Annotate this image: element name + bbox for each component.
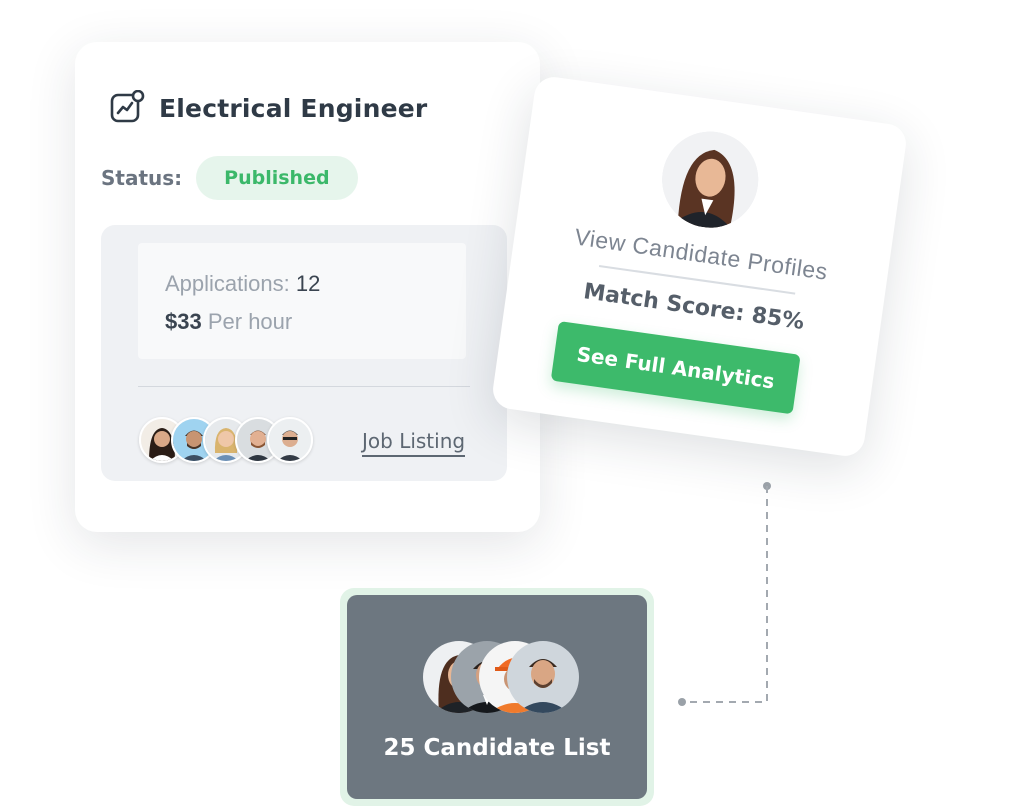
avatar <box>507 641 579 713</box>
candidate-list-card-frame: 25 Candidate List <box>340 588 654 806</box>
see-full-analytics-button[interactable]: See Full Analytics <box>550 320 801 415</box>
candidate-list-label: 25 Candidate List <box>383 735 611 761</box>
job-card: Electrical Engineer Status: Published Ap… <box>75 42 540 532</box>
candidate-list-avatars <box>423 641 583 713</box>
applications-count: 12 <box>295 271 321 296</box>
job-header: Electrical Engineer <box>109 90 427 126</box>
avatar <box>267 417 313 463</box>
chart-trend-icon <box>109 90 145 126</box>
job-info-box: Applications: 12 $33 Per hour <box>138 243 466 359</box>
rate-unit: Per hour <box>207 309 293 334</box>
applications-label: Applications: <box>165 271 290 296</box>
candidate-list-card[interactable]: 25 Candidate List <box>347 595 647 799</box>
avatar <box>655 125 765 234</box>
job-listing-link[interactable]: Job Listing <box>362 429 466 457</box>
rate-amount: $33 <box>165 309 202 334</box>
job-details-panel: Applications: 12 $33 Per hour Job Listin… <box>101 225 507 481</box>
candidate-profile-card: View Candidate Profiles Match Score: 85%… <box>490 74 909 459</box>
job-title: Electrical Engineer <box>159 93 428 123</box>
applications-line: Applications: 12 <box>165 271 320 297</box>
status-row: Status: Published <box>101 156 358 200</box>
connector-line <box>678 482 771 706</box>
rate-line: $33 Per hour <box>165 309 292 335</box>
status-label: Status: <box>101 166 183 190</box>
panel-divider <box>138 386 470 387</box>
status-badge: Published <box>196 156 358 200</box>
